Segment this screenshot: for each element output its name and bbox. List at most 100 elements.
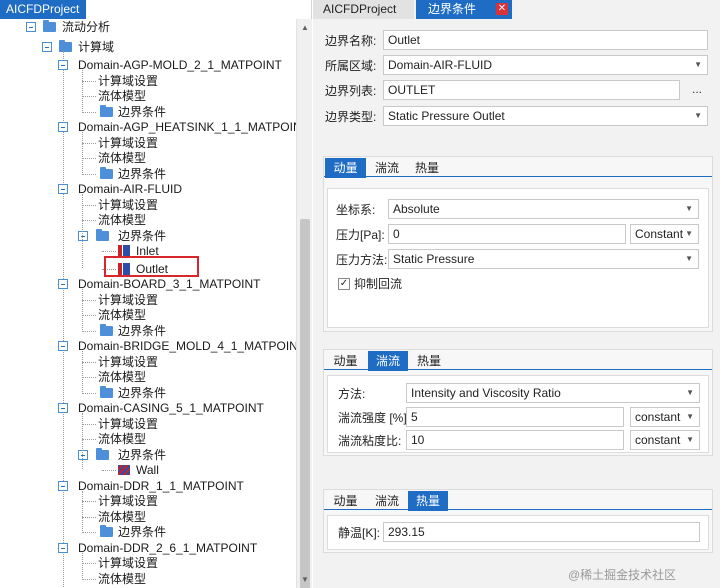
tree-item-domain[interactable]: Domain-DDR_2_6_1_MATPOINT (0, 540, 296, 556)
tree-item-setting[interactable]: 流体模型 (0, 307, 296, 323)
tab-heat[interactable]: 热量 (408, 158, 446, 178)
tree-item-boundary-conditions[interactable]: 边界条件 (0, 166, 296, 182)
tree-item-domain[interactable]: Domain-AIR-FLUID (0, 181, 296, 197)
tree-item-setting[interactable]: 流体模型 (0, 150, 296, 166)
tree-item-setting[interactable]: 流体模型 (0, 431, 296, 447)
tab-momentum[interactable]: 动量 (325, 351, 366, 371)
coordinate-system-select[interactable]: Absolute ▼ (388, 199, 699, 219)
tree-guide-line (82, 439, 96, 440)
tree-item-domain[interactable]: Domain-CASING_5_1_MATPOINT (0, 400, 296, 416)
tree-guide-line (82, 361, 96, 363)
scroll-up-icon[interactable]: ▲ (300, 23, 310, 33)
viscosity-ratio-input[interactable]: 10 (406, 430, 624, 450)
tree-item-setting[interactable]: 计算域设置 (0, 197, 296, 213)
tree-item-setting[interactable]: 计算域设置 (0, 493, 296, 509)
tree-guide-line (82, 490, 83, 531)
tree-item-setting[interactable]: 计算域设置 (0, 135, 296, 151)
tree-item-boundary-conditions[interactable]: 边界条件 (0, 323, 296, 339)
suppress-backflow-label: 抑制回流 (354, 277, 403, 291)
tree-guide-line (82, 377, 96, 378)
boundary-name-input[interactable]: Outlet (383, 30, 708, 50)
pressure-label: 压力[Pa]: (336, 228, 385, 242)
tree-item-boundary-conditions[interactable]: 边界条件 (0, 228, 296, 244)
turbulence-method-select[interactable]: Intensity and Viscosity Ratio ▼ (406, 383, 700, 403)
tree-item-domain[interactable]: Domain-BRIDGE_MOLD_4_1_MATPOINT (0, 338, 296, 354)
pressure-mode-select[interactable]: Constant ▼ (630, 224, 699, 244)
scrollbar-thumb[interactable] (300, 219, 310, 588)
tree-guide-line (82, 423, 96, 425)
collapse-toggle-icon[interactable] (58, 122, 68, 132)
close-icon[interactable]: ✕ (496, 3, 508, 15)
tab-heat[interactable]: 热量 (410, 351, 448, 371)
tree-guide-line (82, 289, 83, 330)
tree-item-setting[interactable]: 计算域设置 (0, 354, 296, 370)
turbulence-method-label: 方法: (338, 387, 366, 401)
tab-heat[interactable]: 热量 (408, 491, 448, 511)
tree-item-domain[interactable]: Domain-AGP-MOLD_2_1_MATPOINT (0, 57, 296, 73)
collapse-toggle-icon[interactable] (58, 60, 68, 70)
tree-item-boundary[interactable]: Wall (0, 462, 296, 478)
tree-item-setting[interactable]: 流体模型 (0, 369, 296, 385)
chevron-down-icon: ▼ (686, 435, 694, 444)
tab-turbulence[interactable]: 湍流 (368, 351, 408, 371)
tree-item-setting[interactable]: 流体模型 (0, 212, 296, 228)
pressure-method-value: Static Pressure (393, 252, 475, 266)
tree-item-setting[interactable]: 流体模型 (0, 88, 296, 104)
boundary-type-label: 边界类型: (325, 110, 377, 124)
viscosity-ratio-mode-select[interactable]: constant ▼ (630, 430, 700, 450)
suppress-backflow-checkbox[interactable]: ✓ (338, 278, 350, 290)
collapse-toggle-icon[interactable] (78, 449, 88, 460)
tree-item-domain[interactable]: Domain-DDR_1_1_MATPOINT (0, 478, 296, 494)
collapse-toggle-icon[interactable] (26, 22, 36, 32)
tree-item-domain[interactable]: Domain-AGP_HEATSINK_1_1_MATPOINT (0, 119, 296, 135)
project-tab[interactable]: AICFDProject (0, 0, 86, 19)
tree-item-label: 边界条件 (118, 323, 167, 338)
browse-button[interactable]: ... (692, 82, 702, 96)
heat-group: 动量 湍流 热量 静温[K]: 293.15 (323, 489, 713, 553)
collapse-toggle-icon[interactable] (58, 341, 68, 351)
tree-item-setting[interactable]: 计算域设置 (0, 292, 296, 308)
turbulence-intensity-input[interactable]: 5 (406, 407, 624, 427)
region-select[interactable]: Domain-AIR-FLUID ▼ (383, 55, 708, 75)
tree-item-label: 计算域 (78, 40, 115, 54)
collapse-toggle-icon[interactable] (58, 480, 68, 491)
collapse-toggle-icon[interactable] (58, 279, 68, 289)
tab-turbulence[interactable]: 湍流 (368, 491, 406, 511)
collapse-toggle-icon[interactable] (58, 403, 68, 413)
boundary-type-select[interactable]: Static Pressure Outlet ▼ (383, 106, 708, 126)
tab-project[interactable]: AICFDProject (313, 0, 414, 19)
tree-item-boundary-conditions[interactable]: 边界条件 (0, 385, 296, 401)
tree-item-setting[interactable]: 流体模型 (0, 571, 296, 587)
tree-scrollbar[interactable]: ▲ ▼ (296, 19, 312, 588)
tree-guide-line (82, 173, 96, 175)
collapse-toggle-icon[interactable] (58, 184, 68, 194)
tree-item-setting[interactable]: 计算域设置 (0, 416, 296, 432)
collapse-toggle-icon[interactable] (42, 42, 52, 52)
tab-turbulence[interactable]: 湍流 (368, 158, 406, 178)
tree-item-setting[interactable]: 计算域设置 (0, 73, 296, 89)
tree-item-boundary-conditions[interactable]: 边界条件 (0, 447, 296, 463)
tab-momentum[interactable]: 动量 (325, 158, 366, 178)
tree-guide-line (82, 392, 96, 394)
tree-item-domain[interactable]: Domain-BOARD_3_1_MATPOINT (0, 276, 296, 292)
collapse-toggle-icon[interactable] (58, 542, 68, 553)
folder-icon (100, 104, 113, 117)
region-value: Domain-AIR-FLUID (388, 58, 493, 72)
tree-item-boundary-conditions[interactable]: 边界条件 (0, 524, 296, 540)
tree-item-flow-analysis[interactable]: 流动分析 (0, 19, 296, 35)
turbulence-intensity-mode-select[interactable]: constant ▼ (630, 407, 700, 427)
collapse-toggle-icon[interactable] (78, 230, 88, 241)
tab-boundary-conditions[interactable]: 边界条件 ✕ (416, 0, 512, 19)
tree-item-boundary-conditions[interactable]: 边界条件 (0, 104, 296, 120)
tree-item-setting[interactable]: 计算域设置 (0, 555, 296, 571)
pressure-input[interactable]: 0 (388, 224, 626, 244)
boundary-list-input[interactable]: OUTLET (383, 80, 680, 100)
tree-item-setting[interactable]: 流体模型 (0, 509, 296, 525)
scroll-down-icon[interactable]: ▼ (300, 575, 310, 585)
tree-item-compute-domain[interactable]: 计算域 (0, 39, 296, 55)
pressure-method-select[interactable]: Static Pressure ▼ (388, 249, 699, 269)
tab-momentum[interactable]: 动量 (325, 491, 366, 511)
static-temperature-input[interactable]: 293.15 (383, 522, 700, 542)
project-tree-panel: AICFDProject 流动分析 计算域 Domain-AGP-MOLD_2_… (0, 0, 312, 588)
folder-icon (100, 166, 113, 179)
